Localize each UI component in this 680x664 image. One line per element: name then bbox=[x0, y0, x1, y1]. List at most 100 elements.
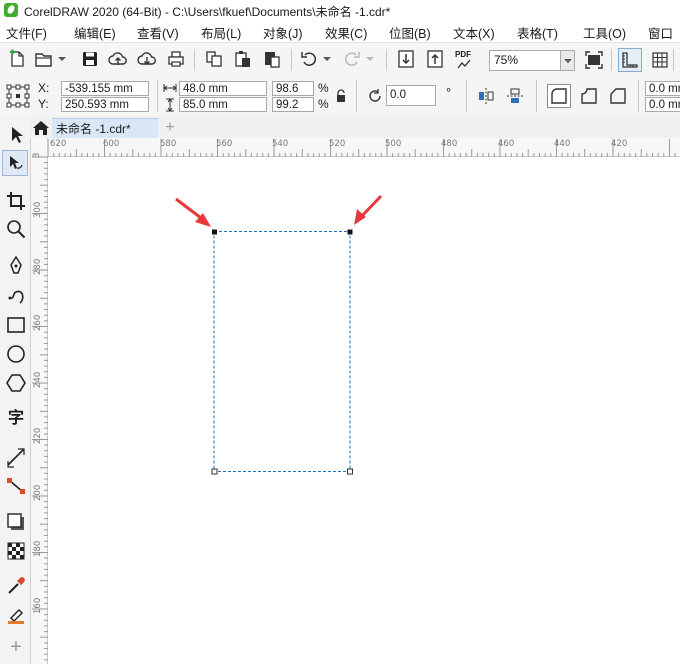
menu-file[interactable]: 文件(F) bbox=[6, 23, 47, 42]
grid-icon[interactable] bbox=[650, 50, 670, 70]
mirror-vertical-icon[interactable] bbox=[505, 86, 525, 106]
crop-tool-icon[interactable] bbox=[5, 190, 27, 212]
zoom-dropdown-button[interactable] bbox=[560, 50, 575, 71]
parallel-dimension-tool-icon[interactable] bbox=[5, 446, 27, 468]
print-icon[interactable] bbox=[166, 49, 186, 69]
show-rulers-button[interactable] bbox=[618, 48, 642, 72]
ruler-v-label: 280 bbox=[33, 258, 43, 275]
artistic-media-tool-icon[interactable] bbox=[5, 285, 27, 307]
undo-icon[interactable] bbox=[299, 49, 319, 69]
height-icon bbox=[166, 98, 174, 112]
connector-tool-icon[interactable] bbox=[5, 475, 27, 497]
polygon-tool-icon[interactable] bbox=[5, 372, 27, 394]
scale-y-input[interactable]: 99.2 bbox=[272, 97, 314, 112]
export-icon[interactable] bbox=[425, 49, 445, 69]
corner-radius-bottom-input[interactable]: 0.0 mm bbox=[645, 97, 680, 112]
standard-toolbar: PDF 75% bbox=[0, 42, 680, 78]
redo-dropdown-chevron-icon[interactable] bbox=[364, 49, 376, 69]
property-bar: X: Y: -539.155 mm 250.593 mm 48.0 mm 85.… bbox=[0, 76, 680, 117]
ruler-h-label: 540 bbox=[272, 139, 289, 149]
rectangle-tool-icon[interactable] bbox=[5, 314, 27, 336]
interactive-fill-tool-icon[interactable] bbox=[5, 604, 27, 626]
ruler-h-label: 580 bbox=[160, 139, 177, 149]
menu-window[interactable]: 窗口 bbox=[648, 23, 673, 42]
toolbar-separator bbox=[157, 80, 158, 112]
y-position-input[interactable]: 250.593 mm bbox=[61, 97, 149, 112]
zoom-tool-icon[interactable] bbox=[5, 218, 27, 240]
width-input[interactable]: 48.0 mm bbox=[179, 81, 267, 96]
menu-tools[interactable]: 工具(O) bbox=[583, 23, 626, 42]
lock-ratio-icon[interactable] bbox=[335, 89, 347, 103]
ruler-v-label: 200 bbox=[33, 484, 43, 501]
add-tool-icon[interactable]: + bbox=[5, 636, 27, 658]
ruler-v-label: 180 bbox=[33, 540, 43, 557]
x-label: X: bbox=[38, 81, 50, 95]
open-dropdown-chevron-icon[interactable] bbox=[56, 49, 68, 69]
ruler-h-label: 480 bbox=[441, 139, 458, 149]
toolbar-separator bbox=[638, 80, 639, 112]
redo-icon[interactable] bbox=[342, 49, 362, 69]
transparency-tool-icon[interactable] bbox=[5, 540, 27, 562]
pick-tool-icon[interactable] bbox=[5, 124, 27, 146]
add-document-tab-button[interactable]: + bbox=[162, 119, 178, 137]
vertical-ruler[interactable]: 3 300 280 260 240 220 200 180 160 bbox=[31, 138, 48, 664]
scale-x-input[interactable]: 98.6 bbox=[272, 81, 314, 96]
freehand-tool-icon[interactable] bbox=[5, 255, 27, 277]
menu-effects[interactable]: 效果(C) bbox=[325, 23, 367, 42]
new-document-icon[interactable] bbox=[7, 49, 27, 69]
height-input[interactable]: 85.0 mm bbox=[179, 97, 267, 112]
rotation-angle-input[interactable]: 0.0 bbox=[386, 85, 436, 106]
publish-pdf-icon[interactable]: PDF bbox=[452, 50, 478, 70]
round-corner-icon[interactable] bbox=[547, 84, 571, 108]
paste-icon[interactable] bbox=[262, 49, 282, 69]
mirror-horizontal-icon[interactable] bbox=[476, 86, 496, 106]
drawing-canvas[interactable] bbox=[48, 157, 680, 664]
chamfered-corner-icon[interactable] bbox=[606, 84, 630, 108]
object-origin-icon[interactable] bbox=[5, 83, 31, 109]
window-title: CorelDRAW 2020 (64-Bit) - C:\Users\fkuef… bbox=[24, 5, 391, 19]
menu-table[interactable]: 表格(T) bbox=[517, 23, 558, 42]
horizontal-ruler[interactable]: 620 600 580 560 540 520 500 480 460 440 … bbox=[48, 138, 680, 157]
home-icon[interactable] bbox=[30, 118, 52, 138]
open-folder-icon[interactable] bbox=[34, 49, 54, 69]
ellipse-tool-icon[interactable] bbox=[5, 343, 27, 365]
shape-tool-button[interactable] bbox=[2, 150, 28, 176]
ruler-h-label: 560 bbox=[216, 139, 233, 149]
toolbar-separator bbox=[673, 49, 674, 71]
menu-view[interactable]: 查看(V) bbox=[137, 23, 179, 42]
save-icon[interactable] bbox=[80, 49, 100, 69]
scale-y-percent: % bbox=[318, 97, 329, 111]
menu-bitmaps[interactable]: 位图(B) bbox=[389, 23, 431, 42]
cloud-upload-icon[interactable] bbox=[108, 49, 128, 69]
copy-icon[interactable] bbox=[204, 49, 224, 69]
scale-x-percent: % bbox=[318, 81, 329, 95]
ruler-v-label: 160 bbox=[33, 597, 43, 614]
clipboard-icon[interactable] bbox=[233, 49, 253, 69]
scalloped-corner-icon[interactable] bbox=[577, 84, 601, 108]
zoom-level-input[interactable]: 75% bbox=[489, 50, 561, 71]
menu-object[interactable]: 对象(J) bbox=[263, 23, 303, 42]
text-tool-icon[interactable]: 字 bbox=[5, 408, 27, 430]
menu-layout[interactable]: 布局(L) bbox=[201, 23, 241, 42]
cloud-download-icon[interactable] bbox=[137, 49, 157, 69]
undo-dropdown-chevron-icon[interactable] bbox=[321, 49, 333, 69]
ruler-v-label: 240 bbox=[33, 371, 43, 388]
rotate-icon bbox=[369, 89, 381, 102]
toolbar-separator bbox=[536, 80, 537, 112]
drop-shadow-tool-icon[interactable] bbox=[5, 511, 27, 533]
full-screen-preview-icon[interactable] bbox=[584, 50, 604, 70]
ruler-v-label: 260 bbox=[33, 314, 43, 331]
corner-radius-top-input[interactable]: 0.0 mm bbox=[645, 81, 680, 96]
eyedropper-tool-icon[interactable] bbox=[5, 575, 27, 597]
menu-edit[interactable]: 编辑(E) bbox=[74, 23, 116, 42]
toolbar-separator bbox=[386, 49, 387, 71]
toolbar-separator bbox=[611, 49, 612, 71]
ruler-h-label: 600 bbox=[103, 139, 120, 149]
toolbar-separator bbox=[291, 49, 292, 71]
x-position-input[interactable]: -539.155 mm bbox=[61, 81, 149, 96]
ruler-h-label: 440 bbox=[554, 139, 571, 149]
menu-text[interactable]: 文本(X) bbox=[453, 23, 495, 42]
ruler-h-label: 520 bbox=[329, 139, 346, 149]
ruler-h-label: 420 bbox=[611, 139, 628, 149]
import-icon[interactable] bbox=[396, 49, 416, 69]
